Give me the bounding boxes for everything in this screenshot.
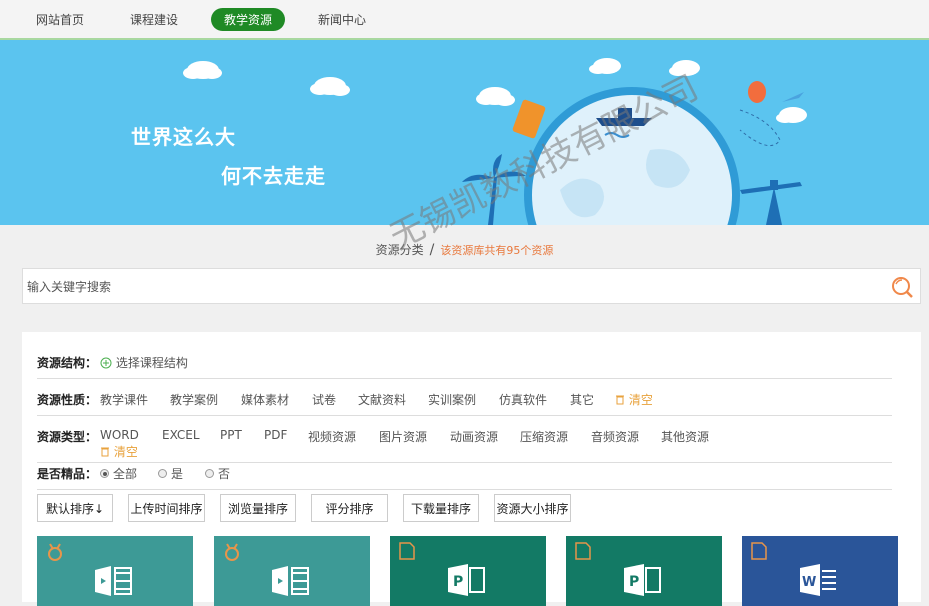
sort-rating-button[interactable]: 评分排序 [311, 494, 388, 522]
ppt-badge-icon [399, 542, 415, 560]
breadcrumb-separator: / [429, 242, 435, 258]
nature-option-other[interactable]: 其它 [570, 391, 594, 408]
nature-option-training[interactable]: 实训案例 [428, 391, 476, 408]
powerpoint-icon: P [624, 564, 661, 596]
sort-size-button[interactable]: 资源大小排序 [494, 494, 571, 522]
nature-clear-button[interactable]: 清空 [615, 391, 653, 408]
banner-slogan-line1: 世界这么大 [131, 125, 236, 149]
resource-card-video[interactable] [214, 536, 370, 606]
type-option-animation[interactable]: 动画资源 [450, 428, 498, 445]
type-option-pdf[interactable]: PDF [264, 428, 287, 442]
breadcrumb-section[interactable]: 资源分类 [376, 243, 424, 257]
hero-banner: 世界这么大 何不去走走 [0, 40, 929, 225]
nav-item-courses[interactable]: 课程建设 [117, 8, 191, 31]
resource-card-video[interactable] [37, 536, 193, 606]
search-icon[interactable] [890, 275, 914, 299]
medal-icon [48, 543, 62, 561]
nature-option-simulation[interactable]: 仿真软件 [499, 391, 547, 408]
video-file-icon [95, 566, 132, 596]
type-option-audio[interactable]: 音频资源 [591, 428, 639, 445]
nature-option-media[interactable]: 媒体素材 [241, 391, 289, 408]
type-option-other[interactable]: 其他资源 [661, 428, 709, 445]
banner-slogan-line2: 何不去走走 [221, 164, 326, 188]
top-nav: 网站首页 课程建设 教学资源 新闻中心 [0, 0, 929, 40]
featured-option-all[interactable]: 全部 [100, 465, 137, 482]
powerpoint-icon: P [448, 564, 485, 596]
search-input[interactable] [23, 269, 849, 305]
featured-option-no[interactable]: 否 [205, 465, 230, 482]
resource-card-ppt[interactable]: P [390, 536, 546, 606]
nature-option-literature[interactable]: 文献资料 [358, 391, 406, 408]
sort-downloads-button[interactable]: 下载量排序 [403, 494, 479, 522]
type-option-word[interactable]: WORD [100, 428, 139, 442]
resource-card-word[interactable]: W [742, 536, 898, 606]
plus-circle-icon [100, 357, 112, 368]
type-option-archive[interactable]: 压缩资源 [520, 428, 568, 445]
filter-row-featured: 是否精品： 全部 是 否 [37, 465, 892, 490]
filter-row-type: 资源类型： WORD EXCEL PPT PDF 视频资源 图片资源 动画资源 … [37, 428, 892, 463]
nature-option-courseware[interactable]: 教学课件 [100, 391, 148, 408]
nav-item-home[interactable]: 网站首页 [23, 8, 97, 31]
filter-label-type: 资源类型： [37, 430, 98, 444]
radio-icon [158, 469, 167, 478]
sort-upload-time-button[interactable]: 上传时间排序 [128, 494, 205, 522]
resource-count: 该资源库共有95个资源 [440, 244, 554, 257]
svg-text:P: P [453, 574, 463, 590]
select-course-structure-label: 选择课程结构 [115, 356, 188, 370]
word-badge-icon [751, 542, 767, 560]
filter-label-nature: 资源性质： [37, 393, 98, 407]
radio-selected-icon [100, 469, 109, 478]
sort-default-button[interactable]: 默认排序↓ [37, 494, 113, 522]
select-course-structure-button[interactable]: 选择课程结构 [100, 354, 188, 371]
nature-option-cases[interactable]: 教学案例 [170, 391, 218, 408]
featured-option-yes-label: 是 [171, 467, 184, 481]
featured-option-yes[interactable]: 是 [158, 465, 183, 482]
nav-item-news[interactable]: 新闻中心 [305, 8, 379, 31]
svg-text:P: P [629, 574, 639, 590]
radio-icon [205, 469, 214, 478]
type-option-video[interactable]: 视频资源 [308, 428, 356, 445]
search-bar [22, 268, 921, 305]
filter-panel: 资源结构： 选择课程结构 资源性质： 教学课件 教学案例 媒体素材 试卷 文献资… [22, 332, 921, 606]
resource-card-ppt[interactable]: P [566, 536, 722, 606]
breadcrumb: 资源分类 / 该资源库共有95个资源 [0, 241, 929, 258]
filter-label-featured: 是否精品： [37, 467, 98, 481]
medal-icon [225, 543, 239, 561]
type-clear-label: 清空 [113, 445, 138, 459]
type-clear-button[interactable]: 清空 [100, 443, 138, 460]
nature-clear-label: 清空 [628, 393, 653, 407]
nature-option-exam[interactable]: 试卷 [312, 391, 336, 408]
filter-row-nature: 资源性质： 教学课件 教学案例 媒体素材 试卷 文献资料 实训案例 仿真软件 其… [37, 391, 892, 416]
svg-text:W: W [802, 575, 816, 590]
ppt-badge-icon [575, 542, 591, 560]
type-option-excel[interactable]: EXCEL [162, 428, 200, 442]
nav-item-resources[interactable]: 教学资源 [211, 7, 286, 31]
video-file-icon [272, 566, 309, 596]
type-option-image[interactable]: 图片资源 [379, 428, 427, 445]
type-option-ppt[interactable]: PPT [220, 428, 242, 442]
featured-option-no-label: 否 [218, 467, 231, 481]
filter-label-structure: 资源结构： [37, 356, 98, 370]
sort-views-button[interactable]: 浏览量排序 [220, 494, 296, 522]
trash-icon [101, 447, 109, 457]
trash-icon [616, 395, 624, 405]
featured-option-all-label: 全部 [113, 467, 138, 481]
filter-row-structure: 资源结构： 选择课程结构 [37, 354, 892, 379]
word-icon: W [800, 564, 836, 596]
